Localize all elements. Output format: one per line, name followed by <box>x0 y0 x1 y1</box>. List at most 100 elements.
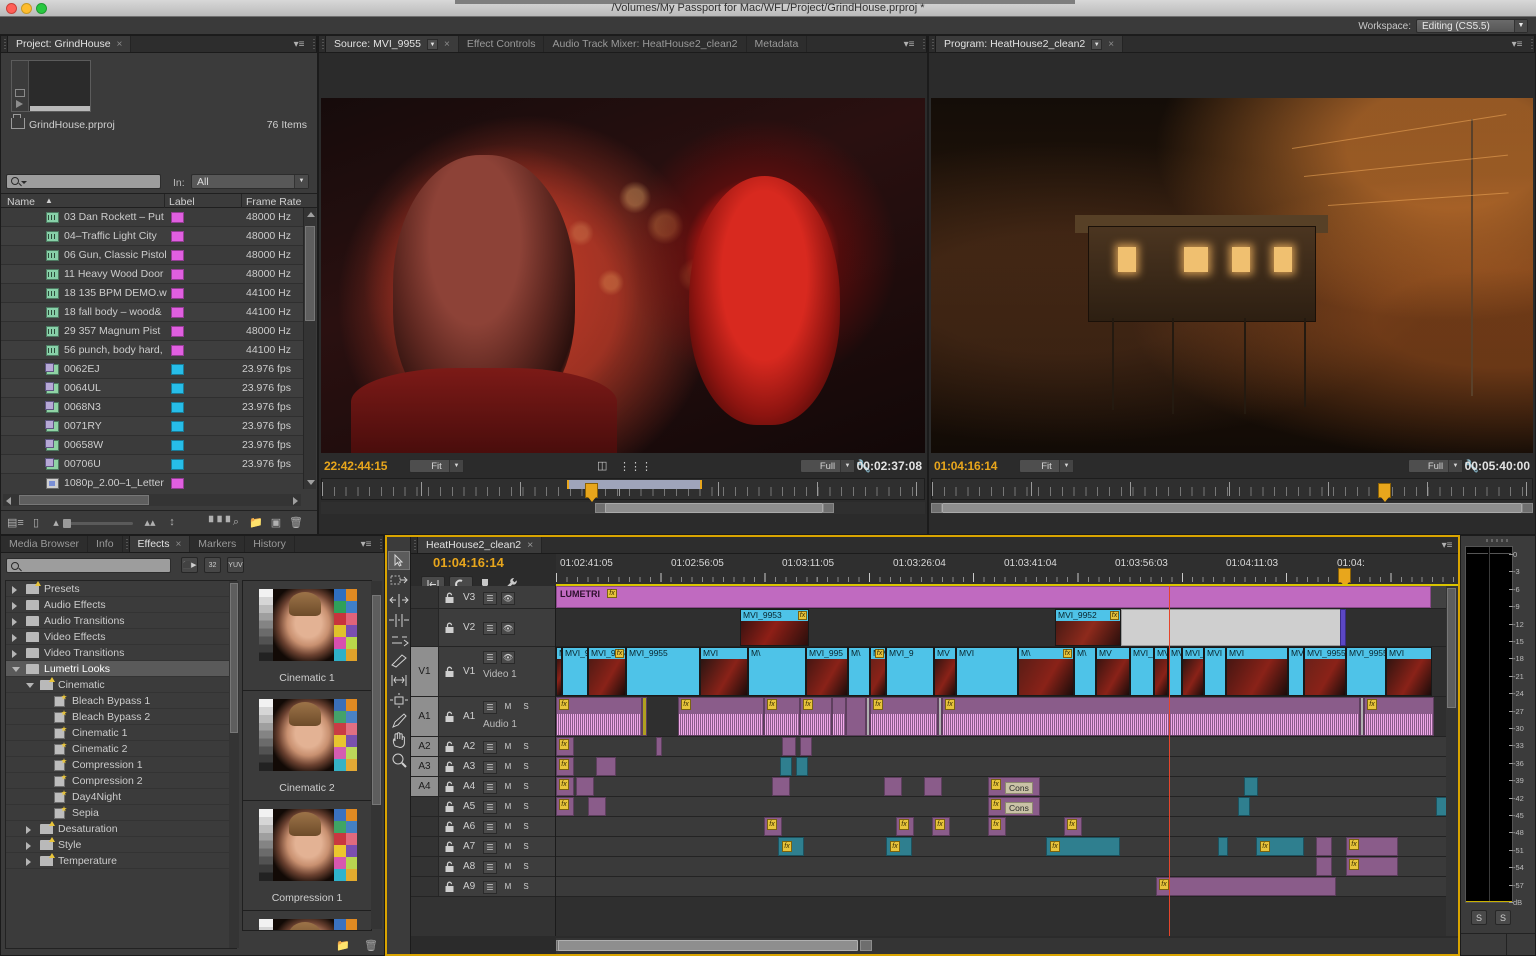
effects-tree-item[interactable]: Lumetri Looks <box>6 661 236 677</box>
video-clip[interactable]: MV <box>1096 647 1130 696</box>
effects-tree-item[interactable]: Video Effects <box>6 629 236 645</box>
effects-tree-item[interactable]: Desaturation <box>6 821 236 837</box>
sort-icon[interactable]: ↕ <box>165 516 179 529</box>
chevron-right-icon[interactable] <box>26 842 31 850</box>
video-clip[interactable]: MVI_9 <box>1288 647 1304 696</box>
toggle-sync-lock-icon[interactable]: ☰ <box>483 801 497 814</box>
effects-tree-item[interactable]: Bleach Bypass 1 <box>6 693 236 709</box>
effects-tree-item[interactable]: Audio Transitions <box>6 613 236 629</box>
scroll-up-icon[interactable] <box>307 212 315 217</box>
audio-clip[interactable]: fx <box>932 817 950 836</box>
bin-horizontal-scrollbar[interactable] <box>3 494 301 506</box>
source-patch-v3[interactable] <box>411 586 439 608</box>
source-playhead[interactable] <box>585 483 598 502</box>
effects-tree-item[interactable]: Style <box>6 837 236 853</box>
audio-clip[interactable]: fx <box>1156 877 1336 896</box>
mute-track-button[interactable]: M <box>501 801 515 814</box>
bin-vertical-scrollbar[interactable] <box>303 208 316 489</box>
audio-clip[interactable]: fx Cons <box>988 777 1040 796</box>
rolling-edit-tool[interactable] <box>388 611 410 630</box>
track-lane-a7[interactable]: fx fx fx fx fx <box>556 837 1458 857</box>
zoom-scrollbar-thumb[interactable] <box>942 503 1522 513</box>
toggle-track-output-eye-icon[interactable]: 👁 <box>501 651 515 664</box>
audio-clip-teal[interactable]: fx <box>1046 837 1120 856</box>
audio-clip[interactable] <box>1316 837 1332 856</box>
effects-tree-item[interactable]: Sepia <box>6 805 236 821</box>
chevron-down-icon[interactable]: ▼ <box>294 175 308 188</box>
audio-clip[interactable] <box>832 697 846 736</box>
timeline-playhead-handle[interactable] <box>1338 568 1351 587</box>
tab-source[interactable]: Source: MVI_9955 ▼ × <box>326 36 459 52</box>
bin-item-list[interactable]: 03 Dan Rockett – Put 48000 Hz 04–Traffic L… <box>1 208 303 489</box>
audio-clip-teal[interactable]: fx <box>778 837 804 856</box>
effects-tree-item[interactable]: Cinematic <box>6 677 236 693</box>
status-badge[interactable] <box>171 440 184 451</box>
chevron-down-icon[interactable] <box>21 181 27 184</box>
audio-clip-divider[interactable] <box>642 697 647 736</box>
program-video-area[interactable] <box>931 98 1533 453</box>
source-patch-a5[interactable] <box>411 797 439 816</box>
audio-clip[interactable]: fx <box>942 697 1360 736</box>
table-row[interactable]: 18 135 BPM DEMO.w 44100 Hz <box>1 284 303 303</box>
zoom-in-thumb-icon[interactable]: ▴▴ <box>143 516 157 529</box>
table-row[interactable]: 04–Traffic Light City 48000 Hz <box>1 227 303 246</box>
audio-clip[interactable] <box>596 757 616 776</box>
source-patch-a8[interactable] <box>411 857 439 876</box>
accelerated-effect-filter-button[interactable]: ⬛▶ <box>181 557 198 573</box>
solo-track-button[interactable]: S <box>519 861 533 874</box>
source-patch-v2[interactable] <box>411 609 439 646</box>
lock-icon[interactable] <box>444 781 456 794</box>
track-headers[interactable]: V3 ☰ 👁 V2 ☰ 👁 V1 V1 ☰ 👁 Video 1 A1 A1 ☰ M S Audio 1 A2 A2 ☰… <box>411 586 556 936</box>
status-badge[interactable] <box>171 383 184 394</box>
video-clip[interactable]: MVI <box>1226 647 1288 696</box>
zoom-handle-right[interactable] <box>860 940 872 951</box>
source-patch-a1[interactable]: A1 <box>411 697 439 736</box>
filter-in-select[interactable]: All ▼ <box>191 174 309 189</box>
lock-icon[interactable] <box>444 861 456 874</box>
track-select-tool[interactable] <box>388 571 410 590</box>
lock-icon[interactable] <box>444 801 456 814</box>
track-header-a8[interactable]: A8 ☰ M S <box>411 857 555 877</box>
status-badge[interactable] <box>171 421 184 432</box>
track-header-a6[interactable]: A6 ☰ M S <box>411 817 555 837</box>
source-zoom-select[interactable]: Fit ▼ <box>409 459 464 473</box>
play-icon[interactable] <box>16 100 23 108</box>
video-clip[interactable]: MVI_995 <box>806 647 848 696</box>
chevron-down-icon[interactable] <box>12 667 20 676</box>
mute-track-button[interactable]: M <box>501 701 515 714</box>
tab-history[interactable]: History <box>245 536 295 552</box>
preview-scrollbar[interactable] <box>371 581 382 929</box>
lumetri-look-previews[interactable]: Cinematic 1 Cinematic 2 Compression 1 Compr… <box>242 580 372 931</box>
new-bin-icon[interactable]: 📁 <box>249 516 263 529</box>
lumetri-look-card[interactable]: Compression 1 <box>243 801 371 911</box>
table-row[interactable]: 0062EJ 23.976 fps <box>1 360 303 379</box>
track-lane-a6[interactable]: fx fx fx fx fx <box>556 817 1458 837</box>
solo-track-button[interactable]: S <box>519 781 533 794</box>
solo-track-button[interactable]: S <box>519 881 533 894</box>
effects-tree-item[interactable]: Presets <box>6 581 236 597</box>
panel-drag-grip[interactable] <box>1 36 8 52</box>
table-row[interactable]: 0064UL 23.976 fps <box>1 379 303 398</box>
tab-metadata[interactable]: Metadata <box>747 36 808 52</box>
lock-icon[interactable] <box>444 821 456 834</box>
slip-tool[interactable] <box>388 671 410 690</box>
program-current-timecode[interactable]: 01:04:16:14 <box>934 459 997 473</box>
mute-track-button[interactable]: M <box>501 741 515 754</box>
new-item-icon[interactable]: ▣ <box>269 516 283 529</box>
track-lane-v1[interactable]: MVIMVI_9MVI_9955fxMVI_9955MVIM\MVI_995M\… <box>556 647 1458 697</box>
transition-clip[interactable] <box>1340 609 1346 646</box>
lock-icon[interactable] <box>444 881 456 894</box>
preview-scrub-bar[interactable] <box>30 106 90 111</box>
video-clip[interactable]: MVI_99 <box>1168 647 1182 696</box>
video-clip[interactable]: MV <box>934 647 956 696</box>
track-lane-a3[interactable]: fx <box>556 757 1458 777</box>
tab-effect-controls[interactable]: Effect Controls <box>459 36 545 52</box>
source-patch-v1[interactable]: V1 <box>411 647 439 696</box>
audio-clip[interactable]: fx <box>1364 697 1434 736</box>
track-header-a9[interactable]: A9 ☰ M S <box>411 877 555 897</box>
source-video-area[interactable] <box>321 98 925 453</box>
video-clip[interactable]: MVI_9955 <box>1346 647 1386 696</box>
lumetri-look-card[interactable]: Cinematic 2 <box>243 691 371 801</box>
mute-track-button[interactable]: M <box>501 841 515 854</box>
source-patch-a2[interactable]: A2 <box>411 737 439 756</box>
